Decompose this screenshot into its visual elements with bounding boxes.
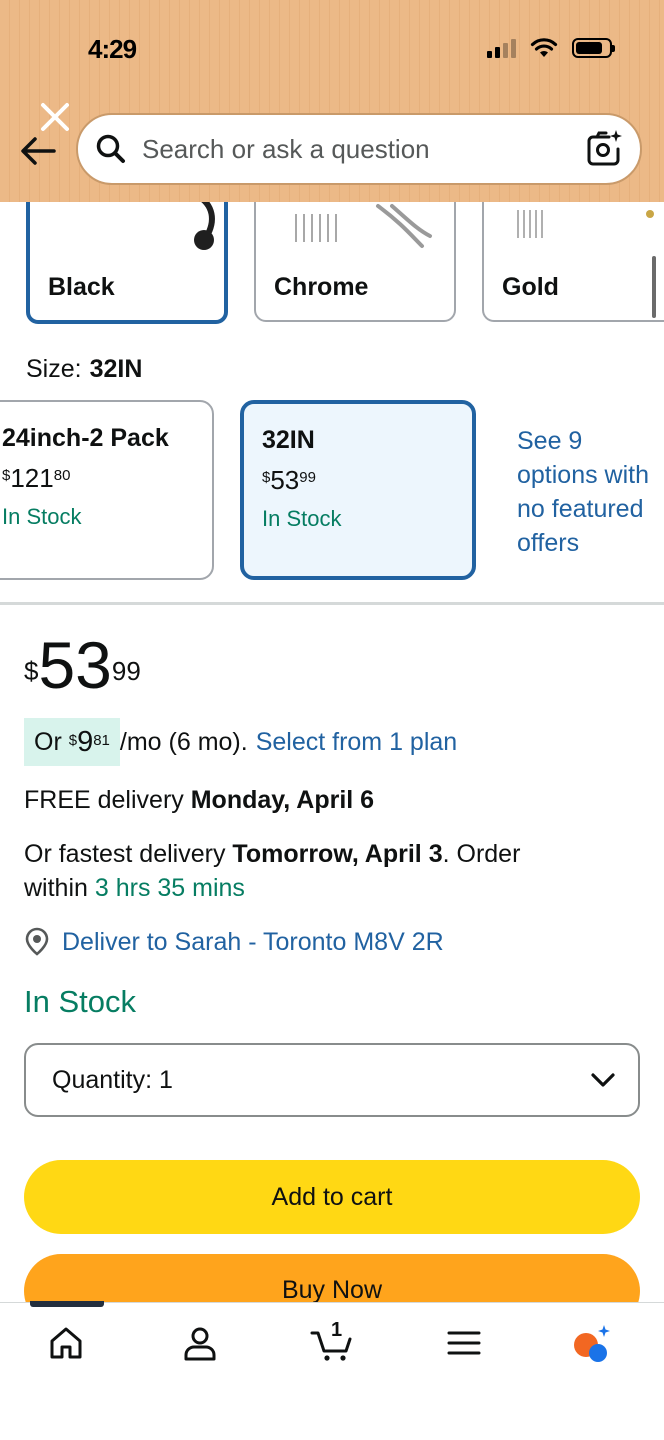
quantity-select[interactable]: Quantity: 1 [24,1043,640,1117]
nav-account[interactable] [180,1323,220,1363]
product-thumbnail-chrome [295,204,432,248]
active-tab-indicator [30,1301,104,1307]
size-option-stock: In Stock [2,504,82,529]
delivery-countdown: 3 hrs 35 mins [94,874,245,902]
status-icons [487,37,615,59]
select-plan-link[interactable]: Select from 1 plan [256,728,458,757]
size-option-title: 32IN [262,426,315,454]
nav-rufus[interactable] [572,1323,612,1363]
size-option-32in[interactable]: 32IN $5399 In Stock [240,400,476,580]
back-arrow-icon[interactable] [18,134,58,168]
search-input[interactable] [142,133,584,165]
deliver-to-location[interactable]: Deliver to Sarah - Toronto M8V 2R [24,925,444,959]
size-option-price: $5399 [262,465,316,495]
wifi-icon [530,38,558,57]
color-label: Gold [502,273,559,301]
location-text: Deliver to Sarah - Toronto M8V 2R [62,928,444,956]
nav-cart[interactable]: 1 [310,1319,356,1363]
signal-icon [487,38,516,58]
selected-size-value: 32IN [89,355,143,383]
fastest-delivery: Or fastest delivery Tomorrow, April 3. O… [24,840,521,902]
search-icon [96,134,125,163]
scroll-indicator [652,256,656,318]
product-price: $5399 [24,628,141,702]
section-divider [0,602,664,605]
camera-lens-icon[interactable] [584,129,624,169]
menu-icon [447,1331,481,1355]
search-bar[interactable] [76,113,642,185]
color-label: Black [48,273,115,301]
color-option-chrome[interactable]: Chrome [254,186,456,322]
color-option-gold[interactable]: Gold [482,186,664,322]
quantity-text: Quantity: 1 [52,1065,173,1094]
chevron-down-icon [591,1073,615,1087]
availability-status: In Stock [24,984,136,1019]
person-icon [184,1327,216,1361]
color-option-black[interactable]: Black [26,186,228,324]
bottom-nav: 1 [0,1301,664,1440]
close-icon[interactable] [38,100,72,134]
nav-home[interactable] [46,1323,86,1363]
size-option-price: $12180 [2,463,71,493]
size-selection-label: Size: 32IN [26,355,143,383]
battery-icon [572,38,615,58]
nav-menu[interactable] [444,1323,484,1363]
add-to-cart-button[interactable]: Add to cart [24,1160,640,1234]
color-label: Chrome [274,273,369,301]
product-thumbnail-gold [517,210,654,238]
size-option-24inch-2-pack[interactable]: 24inch-2 Pack $12180 In Stock [0,400,214,580]
see-more-options-link[interactable]: See 9 options with no featured offers [517,424,649,560]
status-time: 4:29 [88,34,137,64]
rufus-assistant-icon [574,1325,610,1362]
home-icon [50,1327,82,1359]
cart-count: 1 [331,1319,343,1341]
size-option-stock: In Stock [262,506,342,531]
location-pin-icon [25,927,49,956]
monthly-term: /mo (6 mo). [119,727,248,756]
monthly-payment: Or $9 81 /mo (6 mo). Select from 1 plan [24,718,457,766]
monthly-payment-highlight: Or $9 81 [24,718,120,766]
header: 4:29 [0,0,664,202]
free-delivery: FREE delivery Monday, April 6 [24,786,375,814]
size-option-title: 24inch-2 Pack [2,424,169,452]
